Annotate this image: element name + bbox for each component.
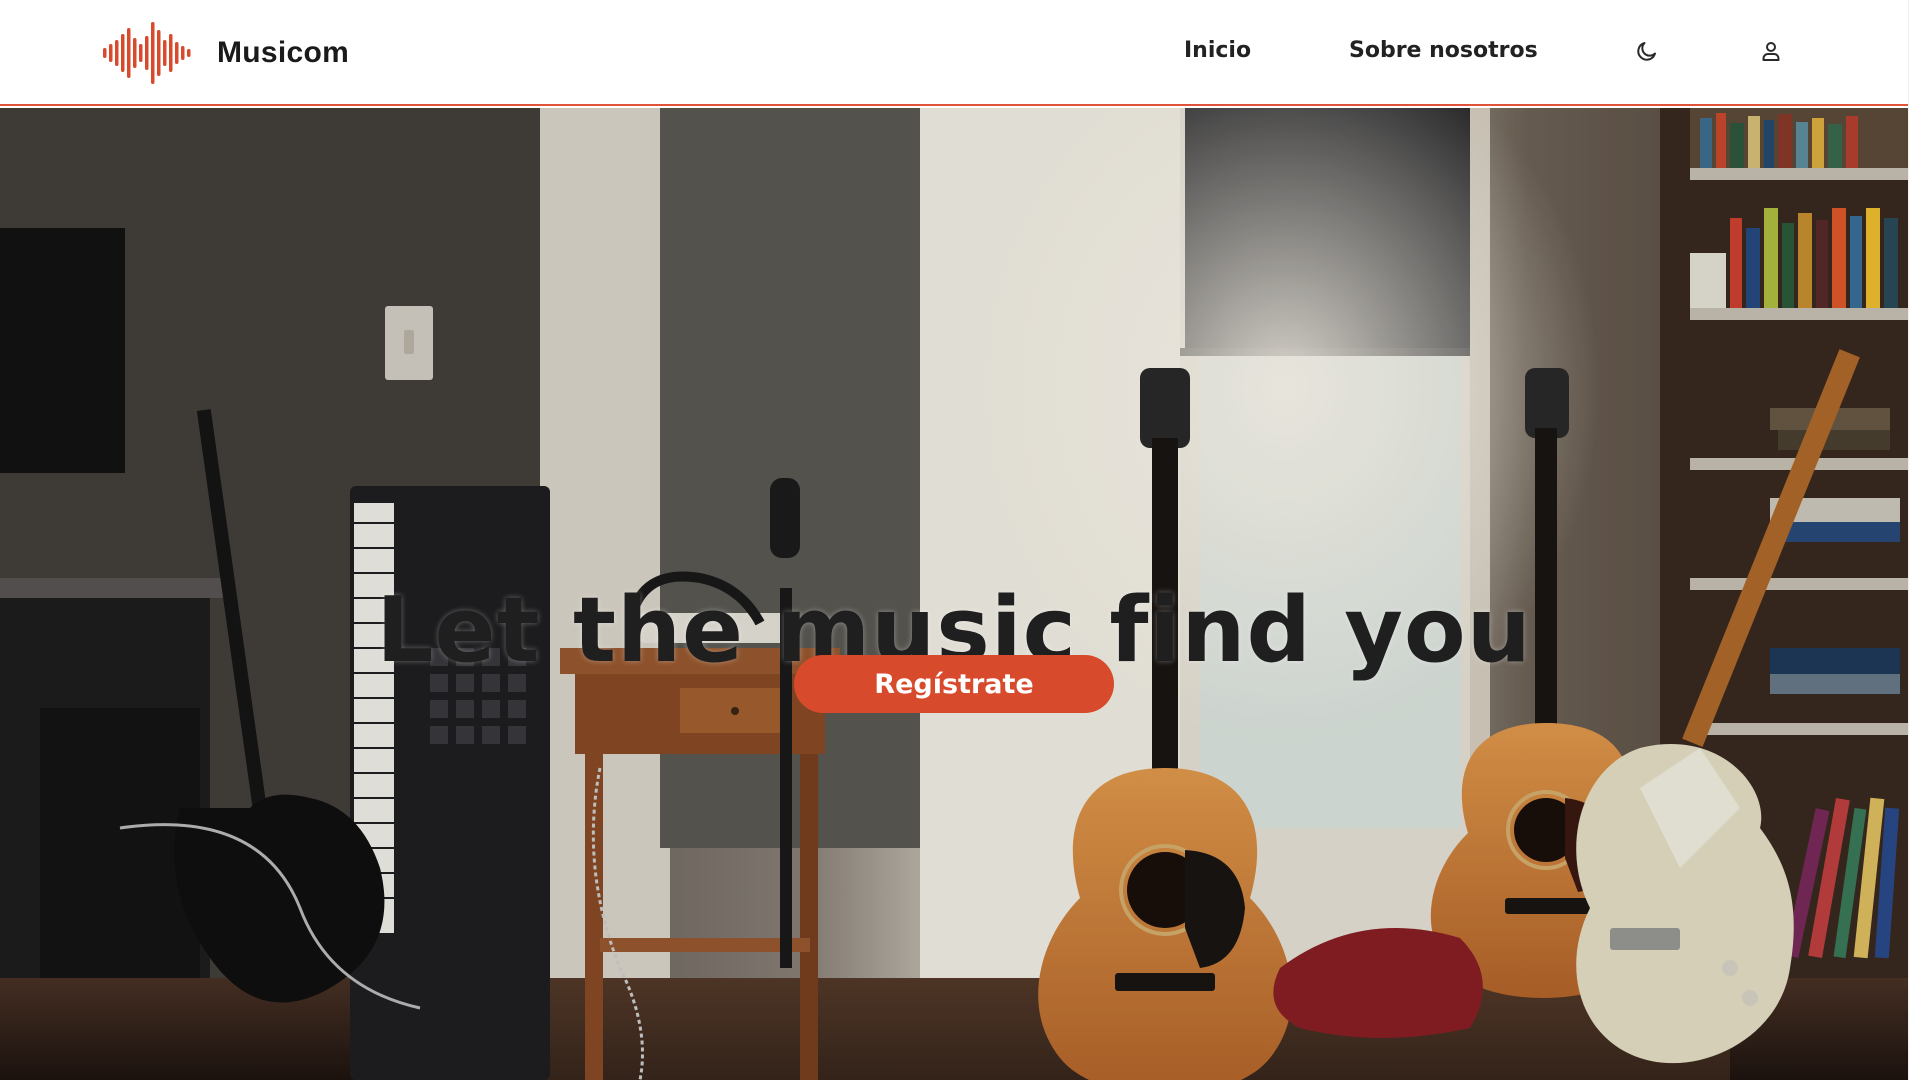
soundwave-icon (103, 22, 191, 84)
register-button[interactable]: Regístrate (794, 655, 1114, 713)
navbar: Musicom Inicio Sobre nosotros (0, 0, 1908, 106)
nav-link-sobre-nosotros[interactable]: Sobre nosotros (1349, 38, 1538, 63)
moon-icon (1637, 42, 1656, 61)
user-icon (1762, 42, 1780, 61)
brand-name: Musicom (217, 36, 350, 69)
hero-section: Let the music find you Regístrate (0, 108, 1908, 1080)
nav-link-inicio[interactable]: Inicio (1184, 38, 1251, 63)
page-scrollbar[interactable] (1908, 0, 1920, 1080)
brand-logo[interactable]: Musicom (103, 20, 349, 86)
user-account-button[interactable] (1756, 36, 1786, 66)
theme-toggle-button[interactable] (1632, 36, 1662, 66)
